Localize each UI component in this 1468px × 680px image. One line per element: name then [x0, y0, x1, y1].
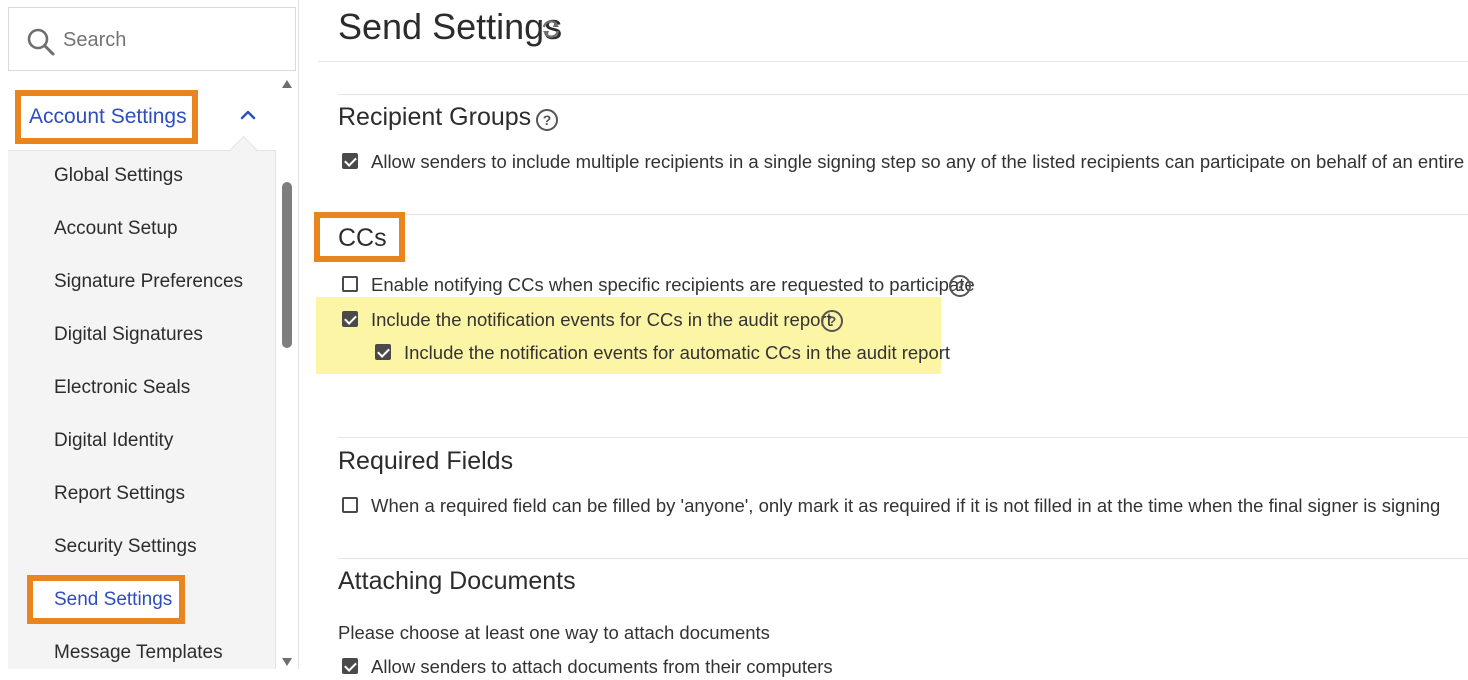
- search-icon: [27, 28, 55, 56]
- required-fields-title: Required Fields: [338, 447, 514, 475]
- checkbox[interactable]: [342, 658, 358, 674]
- ccs-audit-help-icon[interactable]: ?: [821, 310, 843, 332]
- sidebar-item-security-settings[interactable]: Security Settings: [54, 536, 197, 558]
- search-input[interactable]: Search: [8, 7, 296, 71]
- sidebar-item-global-settings[interactable]: Global Settings: [54, 165, 183, 187]
- page-title: Send Settings: [338, 6, 563, 47]
- ccs-title: CCs: [338, 224, 390, 253]
- checkbox[interactable]: [342, 497, 358, 513]
- menu-pointer: [230, 136, 257, 163]
- sidebar-item-send-settings[interactable]: Send Settings: [47, 589, 180, 611]
- scrollbar-thumb[interactable]: [282, 182, 292, 348]
- option-label: Allow senders to include multiple recipi…: [371, 151, 1468, 172]
- account-settings-header[interactable]: Account Settings: [8, 80, 276, 163]
- refresh-icon[interactable]: [540, 18, 562, 40]
- checkbox[interactable]: [342, 276, 358, 292]
- sidebar-item-digital-signatures[interactable]: Digital Signatures: [54, 324, 203, 346]
- title-divider: [318, 61, 1468, 62]
- sidebar-scrollbar[interactable]: [280, 78, 294, 669]
- option-label: Include the notification events for auto…: [404, 342, 951, 363]
- settings-nav: Account Settings Global Settings Account…: [8, 80, 276, 669]
- sidebar-item-signature-preferences[interactable]: Signature Preferences: [54, 271, 243, 293]
- checkbox[interactable]: [342, 311, 358, 327]
- account-settings-label[interactable]: Account Settings: [28, 105, 188, 129]
- chevron-up-icon[interactable]: [240, 110, 256, 120]
- scroll-down-arrow-icon[interactable]: [282, 658, 292, 666]
- option-label: Enable notifying CCs when specific recip…: [371, 274, 975, 295]
- search-placeholder: Search: [63, 29, 127, 51]
- ccs-notify-help-icon[interactable]: ?: [949, 275, 971, 297]
- checkbox[interactable]: [375, 344, 391, 360]
- recipient-groups-help-icon[interactable]: ?: [536, 109, 558, 131]
- sidebar: Search Account Settings Global Settings …: [0, 0, 299, 669]
- sidebar-item-report-settings[interactable]: Report Settings: [54, 483, 185, 505]
- sidebar-item-electronic-seals[interactable]: Electronic Seals: [54, 377, 190, 399]
- sidebar-item-message-templates[interactable]: Message Templates: [54, 642, 223, 664]
- option-label: Allow senders to attach documents from t…: [371, 656, 833, 677]
- scroll-up-arrow-icon[interactable]: [282, 80, 292, 88]
- attaching-documents-instruction: Please choose at least one way to attach…: [338, 622, 770, 643]
- section-divider: [338, 94, 1468, 95]
- checkbox[interactable]: [342, 153, 358, 169]
- sidebar-item-digital-identity[interactable]: Digital Identity: [54, 430, 173, 452]
- sidebar-item-account-setup[interactable]: Account Setup: [54, 218, 178, 240]
- section-divider: [338, 214, 1468, 215]
- option-label: Include the notification events for CCs …: [371, 309, 832, 330]
- main-content: Send Settings Recipient Groups ? Allow s…: [314, 0, 1468, 677]
- section-divider: [338, 437, 1468, 438]
- section-divider: [338, 558, 1468, 559]
- option-label: When a required field can be filled by '…: [371, 495, 1441, 516]
- recipient-groups-title: Recipient Groups: [338, 103, 532, 131]
- attaching-documents-title: Attaching Documents: [338, 567, 576, 595]
